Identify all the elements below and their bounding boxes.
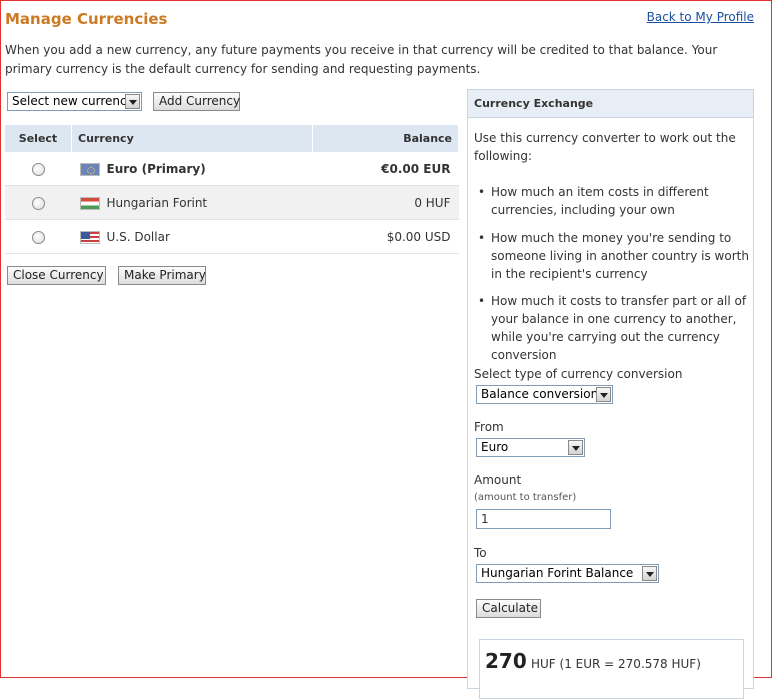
add-currency-button[interactable]: Add Currency — [153, 92, 240, 111]
from-label: From — [474, 420, 504, 434]
col-balance: Balance — [312, 125, 459, 152]
currency-balance: $0.00 USD — [312, 219, 459, 254]
currency-name: U.S. Dollar — [106, 229, 170, 244]
hu-flag-icon — [79, 196, 100, 210]
conversion-type-label: Select type of currency conversion — [474, 367, 683, 381]
calculate-button[interactable]: Calculate — [476, 599, 541, 618]
us-flag-icon — [79, 230, 100, 244]
to-label: To — [474, 546, 487, 560]
exchange-intro: Use this currency converter to work out … — [474, 131, 736, 163]
from-currency-select[interactable]: Euro — [476, 438, 585, 457]
chevron-down-icon — [125, 94, 140, 109]
result-rate-text: HUF (1 EUR = 270.578 HUF) — [531, 657, 701, 671]
new-currency-select[interactable]: Select new currency — [7, 92, 142, 111]
close-currency-button[interactable]: Close Currency — [7, 266, 106, 285]
from-currency-value: Euro — [481, 440, 509, 454]
table-row: Hungarian Forint 0 HUF — [5, 185, 459, 220]
select-radio-dollar[interactable] — [31, 230, 45, 244]
to-currency-value: Hungarian Forint Balance — [481, 566, 634, 580]
conversion-result: 270 HUF (1 EUR = 270.578 HUF) — [479, 639, 744, 699]
table-row: Euro (Primary) €0.00 EUR — [5, 152, 459, 186]
currency-name: Hungarian Forint — [106, 195, 208, 210]
page-title: Manage Currencies — [5, 10, 168, 28]
bullet-item: How much it costs to transfer part or al… — [478, 292, 754, 364]
new-currency-select-value: Select new currency — [12, 94, 134, 108]
conversion-type-select[interactable]: Balance conversion — [476, 385, 613, 404]
select-radio-forint[interactable] — [31, 196, 45, 210]
bullet-item: How much the money you're sending to som… — [478, 229, 754, 283]
chevron-down-icon — [596, 387, 611, 402]
currency-table: Select Currency Balance Euro (Primary) €… — [5, 125, 459, 254]
select-radio-euro[interactable] — [31, 162, 45, 176]
back-to-profile-link[interactable]: Back to My Profile — [647, 10, 754, 24]
amount-label: Amount — [474, 473, 522, 487]
col-currency: Currency — [71, 125, 313, 152]
amount-input[interactable]: 1 — [476, 509, 611, 529]
intro-text: When you add a new currency, any future … — [5, 43, 718, 76]
conversion-type-value: Balance conversion — [481, 387, 599, 401]
eu-flag-icon — [79, 162, 100, 176]
table-header-row: Select Currency Balance — [5, 125, 459, 152]
bullet-item: How much an item costs in different curr… — [478, 183, 754, 219]
currency-balance: 0 HUF — [312, 185, 459, 220]
make-primary-button[interactable]: Make Primary — [118, 266, 206, 285]
result-amount: 270 — [485, 649, 527, 673]
table-row: U.S. Dollar $0.00 USD — [5, 219, 459, 254]
chevron-down-icon — [642, 566, 657, 581]
amount-hint: (amount to transfer) — [474, 492, 577, 503]
currency-name: Euro (Primary) — [106, 161, 206, 176]
chevron-down-icon — [568, 440, 583, 455]
currency-balance: €0.00 EUR — [312, 152, 459, 186]
col-select: Select — [5, 125, 72, 152]
panel-title: Currency Exchange — [468, 90, 753, 118]
to-currency-select[interactable]: Hungarian Forint Balance — [476, 564, 659, 583]
